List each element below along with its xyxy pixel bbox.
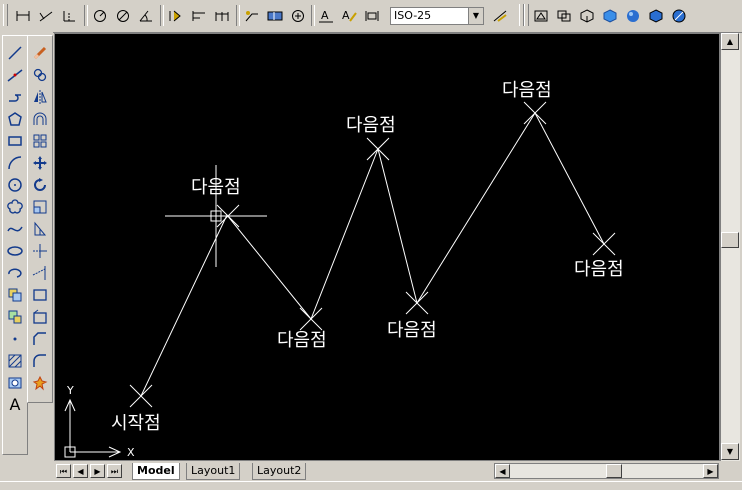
first-tab-icon[interactable]: ⏮ xyxy=(56,464,71,478)
horizontal-scroll-thumb[interactable] xyxy=(606,464,622,478)
ordinate-dimension-icon[interactable] xyxy=(58,5,79,26)
dimension-style-icon[interactable] xyxy=(489,5,510,26)
center-mark-icon[interactable] xyxy=(287,5,308,26)
ucs-y-label: Y xyxy=(66,384,74,397)
point-icon[interactable] xyxy=(4,328,26,349)
arc-icon[interactable] xyxy=(4,152,26,173)
line-icon[interactable] xyxy=(4,42,26,63)
wireframe-icon[interactable] xyxy=(576,5,597,26)
spline-icon[interactable] xyxy=(4,218,26,239)
start-point-label: 시작점 xyxy=(111,413,161,434)
view-isometric-icon[interactable] xyxy=(553,5,574,26)
vertical-scrollbar[interactable]: ▲ ▼ xyxy=(720,33,740,461)
move-icon[interactable] xyxy=(29,152,51,173)
angular-dimension-icon[interactable] xyxy=(135,5,156,26)
ucs-x-label: X xyxy=(127,446,135,459)
svg-text:A: A xyxy=(342,9,350,22)
join-icon[interactable] xyxy=(29,306,51,327)
scroll-down-icon[interactable]: ▼ xyxy=(721,443,739,460)
next-tab-icon[interactable]: ▶ xyxy=(90,464,105,478)
drawn-polyline xyxy=(140,111,605,397)
toolbar-grip[interactable] xyxy=(3,4,8,26)
view-top-icon[interactable] xyxy=(530,5,551,26)
svg-text:A: A xyxy=(321,9,329,22)
scroll-right-icon[interactable]: ▶ xyxy=(703,464,718,478)
diameter-dimension-icon[interactable] xyxy=(112,5,133,26)
left-toolbars: A xyxy=(0,32,53,489)
hatch-icon[interactable] xyxy=(4,350,26,371)
hidden-icon[interactable] xyxy=(599,5,620,26)
gouraud-shaded-icon[interactable] xyxy=(645,5,666,26)
tab-model[interactable]: Model xyxy=(132,463,180,480)
modify-toolbar xyxy=(27,35,53,403)
extend-icon[interactable] xyxy=(29,262,51,283)
last-tab-icon[interactable]: ⏭ xyxy=(107,464,122,478)
rotate-icon[interactable] xyxy=(29,174,51,195)
mirror-icon[interactable] xyxy=(29,86,51,107)
construction-line-icon[interactable] xyxy=(4,64,26,85)
insert-block-icon[interactable] xyxy=(4,284,26,305)
draw-toolbar: A xyxy=(2,35,28,455)
dimension-edit-icon[interactable]: A xyxy=(315,5,336,26)
revision-cloud-icon[interactable] xyxy=(4,196,26,217)
linear-dimension-icon[interactable] xyxy=(12,5,33,26)
flat-shaded-icon[interactable] xyxy=(622,5,643,26)
tab-layout1[interactable]: Layout1 xyxy=(186,463,241,480)
text-tool-label: A xyxy=(9,395,21,414)
chamfer-icon[interactable] xyxy=(29,328,51,349)
horizontal-scrollbar[interactable]: ◀ ▶ xyxy=(494,463,719,479)
next-point-label: 다음점 xyxy=(346,115,396,136)
drawing-canvas[interactable]: 시작점 다음점 다음점 다음점 다음점 다음점 다음점 Y X xyxy=(54,33,720,461)
break-icon[interactable] xyxy=(29,284,51,305)
dimension-text-edit-icon[interactable]: A xyxy=(338,5,359,26)
next-point-label: 다음점 xyxy=(387,320,437,341)
array-icon[interactable] xyxy=(29,130,51,151)
copy-icon[interactable] xyxy=(29,64,51,85)
circle-icon[interactable] xyxy=(4,174,26,195)
tolerance-icon[interactable] xyxy=(264,5,285,26)
ellipse-icon[interactable] xyxy=(4,240,26,261)
previous-tab-icon[interactable]: ◀ xyxy=(73,464,88,478)
radius-dimension-icon[interactable] xyxy=(89,5,110,26)
continue-dimension-icon[interactable] xyxy=(211,5,232,26)
toolbar-grip[interactable] xyxy=(524,4,529,26)
vertical-scroll-thumb[interactable] xyxy=(721,232,739,248)
next-point-label: 다음점 xyxy=(502,80,552,101)
ellipse-arc-icon[interactable] xyxy=(4,262,26,283)
scroll-up-icon[interactable]: ▲ xyxy=(721,33,739,50)
dimension-toolbar: A A ISO-25 ▼ xyxy=(0,0,742,33)
dimension-style-select[interactable]: ISO-25 ▼ xyxy=(390,7,484,25)
quick-dimension-icon[interactable] xyxy=(165,5,186,26)
stretch-icon[interactable] xyxy=(29,218,51,239)
baseline-dimension-icon[interactable] xyxy=(188,5,209,26)
dimension-update-icon[interactable] xyxy=(361,5,382,26)
trim-icon[interactable] xyxy=(29,240,51,261)
tab-layout2[interactable]: Layout2 xyxy=(252,463,307,480)
region-icon[interactable] xyxy=(4,372,26,393)
next-point-label: 다음점 xyxy=(277,330,327,351)
shaded-edges-icon[interactable] xyxy=(668,5,689,26)
multiline-text-icon[interactable]: A xyxy=(4,394,26,415)
next-point-label: 다음점 xyxy=(191,177,241,198)
next-point-label: 다음점 xyxy=(574,259,624,280)
explode-icon[interactable] xyxy=(29,372,51,393)
fillet-icon[interactable] xyxy=(29,350,51,371)
dimension-style-value: ISO-25 xyxy=(394,9,432,22)
polyline-icon[interactable] xyxy=(4,86,26,107)
polygon-icon[interactable] xyxy=(4,108,26,129)
leader-icon[interactable] xyxy=(241,5,262,26)
erase-icon[interactable] xyxy=(29,42,51,63)
scale-icon[interactable] xyxy=(29,196,51,217)
make-block-icon[interactable] xyxy=(4,306,26,327)
scroll-left-icon[interactable]: ◀ xyxy=(495,464,510,478)
rectangle-icon[interactable] xyxy=(4,130,26,151)
chevron-down-icon[interactable]: ▼ xyxy=(468,8,483,24)
vertex-markers xyxy=(129,101,616,408)
aligned-dimension-icon[interactable] xyxy=(35,5,56,26)
layout-tab-bar: ⏮ ◀ ▶ ⏭ Model Layout1 Layout2 ◀ ▶ xyxy=(54,462,742,481)
offset-icon[interactable] xyxy=(29,108,51,129)
